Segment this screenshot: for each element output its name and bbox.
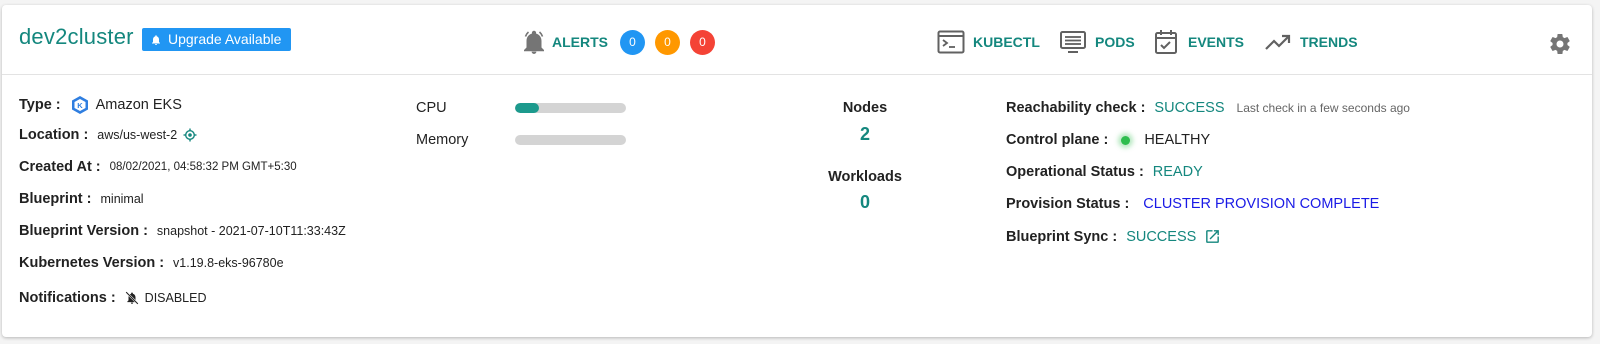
healthy-status-dot	[1121, 135, 1131, 145]
reachability-note: Last check in a few seconds ago	[1236, 101, 1410, 115]
created-at-row: Created At : 08/02/2021, 04:58:32 PM GMT…	[19, 159, 297, 175]
pods-link[interactable]: PODS	[1059, 29, 1135, 55]
control-plane-row: Control plane : HEALTHY	[1006, 132, 1210, 148]
alerts-button[interactable]: ALERTS 0 0 0	[522, 29, 725, 55]
provision-status-value: CLUSTER PROVISION COMPLETE	[1143, 196, 1380, 212]
upgrade-available-button[interactable]: Upgrade Available	[142, 28, 292, 51]
operational-status-label: Operational Status :	[1006, 164, 1144, 180]
provision-status-label: Provision Status :	[1006, 196, 1130, 212]
kubectl-label: KUBECTL	[973, 34, 1040, 50]
terminal-icon	[937, 30, 965, 54]
kubernetes-version-value: v1.19.8-eks-96780e	[173, 256, 284, 270]
nodes-label: Nodes	[842, 100, 888, 116]
created-at-value: 08/02/2021, 04:58:32 PM GMT+5:30	[109, 161, 297, 173]
external-link-icon[interactable]	[1204, 228, 1221, 245]
cpu-usage-bar	[515, 103, 626, 113]
cluster-header: dev2cluster Upgrade Available ALERTS 0 0…	[2, 5, 1592, 75]
notifications-value: DISABLED	[144, 291, 207, 305]
blueprint-label: Blueprint :	[19, 191, 92, 207]
reachability-value: SUCCESS	[1154, 100, 1225, 116]
location-target-icon[interactable]	[183, 128, 197, 142]
blueprint-version-row: Blueprint Version : snapshot - 2021-07-1…	[19, 223, 346, 239]
pods-label: PODS	[1095, 34, 1135, 50]
eks-logo-icon: K	[71, 96, 88, 114]
alarm-bell-icon	[524, 30, 544, 54]
cpu-usage-fill	[515, 103, 540, 113]
svg-text:K: K	[77, 101, 83, 110]
operational-status-value: READY	[1152, 164, 1203, 180]
kubectl-link[interactable]: KUBECTL	[937, 29, 1040, 55]
workloads-value[interactable]: 0	[805, 192, 925, 213]
reachability-label: Reachability check :	[1006, 100, 1146, 116]
blueprint-value: minimal	[100, 192, 144, 206]
alerts-label: ALERTS	[552, 34, 608, 50]
trends-link[interactable]: TRENDS	[1264, 29, 1358, 55]
location-value: aws/us-west-2	[97, 128, 178, 142]
bell-off-icon[interactable]	[125, 291, 139, 305]
workloads-label: Workloads	[828, 169, 902, 185]
alerts-count-critical[interactable]: 0	[690, 29, 715, 55]
memory-label: Memory	[416, 132, 469, 148]
blueprint-sync-value[interactable]: SUCCESS	[1126, 229, 1196, 245]
trending-up-icon	[1265, 34, 1291, 50]
alerts-count-warning[interactable]: 0	[655, 29, 680, 55]
type-row: Type : K Amazon EKS	[19, 95, 182, 115]
blueprint-version-label: Blueprint Version :	[19, 223, 148, 239]
alerts-count-info[interactable]: 0	[620, 29, 645, 55]
trends-label: TRENDS	[1300, 34, 1358, 50]
bell-icon	[152, 34, 160, 45]
control-plane-value: HEALTHY	[1144, 132, 1211, 148]
control-plane-label: Control plane :	[1006, 132, 1109, 148]
monitor-list-icon	[1060, 31, 1086, 53]
notifications-label: Notifications :	[19, 290, 116, 306]
reachability-row: Reachability check : SUCCESS Last check …	[1006, 100, 1410, 116]
provision-status-row: Provision Status : CLUSTER PROVISION COM…	[1006, 196, 1379, 212]
memory-usage-bar	[515, 135, 626, 145]
events-link[interactable]: EVENTS	[1152, 29, 1244, 55]
cluster-card: dev2cluster Upgrade Available ALERTS 0 0…	[2, 5, 1592, 337]
location-label: Location :	[19, 127, 89, 143]
type-value: Amazon EKS	[95, 97, 182, 113]
cluster-name[interactable]: dev2cluster	[19, 24, 134, 50]
cluster-details: Type : K Amazon EKS Location : aws/us-we…	[2, 75, 1592, 337]
kubernetes-version-label: Kubernetes Version :	[19, 255, 165, 271]
upgrade-label: Upgrade Available	[168, 31, 282, 47]
operational-status-row: Operational Status : READY	[1006, 164, 1203, 180]
blueprint-version-value: snapshot - 2021-07-10T11:33:43Z	[156, 224, 346, 238]
notifications-row: Notifications : DISABLED	[19, 290, 207, 306]
created-at-label: Created At :	[19, 159, 101, 175]
blueprint-sync-row: Blueprint Sync : SUCCESS	[1006, 228, 1221, 245]
type-label: Type :	[19, 97, 61, 113]
kubernetes-version-row: Kubernetes Version : v1.19.8-eks-96780e	[19, 255, 284, 271]
events-label: EVENTS	[1188, 34, 1245, 50]
gear-icon[interactable]	[1548, 32, 1572, 56]
nodes-value[interactable]: 2	[805, 124, 925, 145]
blueprint-sync-label: Blueprint Sync :	[1006, 228, 1118, 245]
location-row: Location : aws/us-west-2	[19, 127, 197, 143]
blueprint-row: Blueprint : minimal	[19, 191, 144, 207]
cpu-label: CPU	[416, 100, 447, 116]
calendar-check-icon	[1155, 30, 1177, 54]
